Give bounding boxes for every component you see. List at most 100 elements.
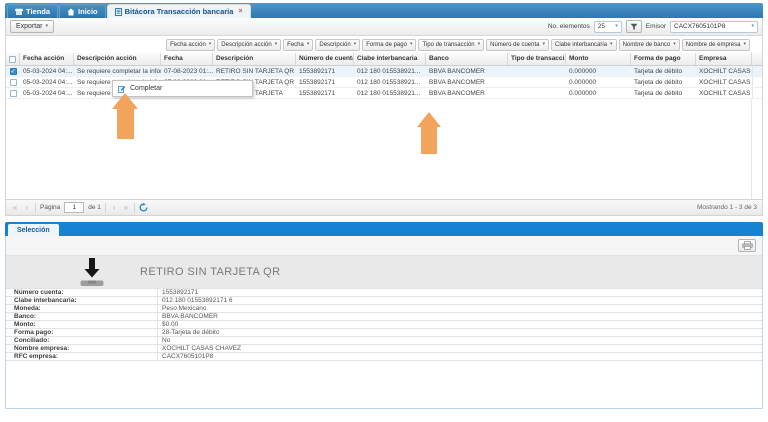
filter-label: Nombre de empresa <box>686 42 741 48</box>
cell-tipo-de-transaccion <box>508 77 566 87</box>
tab-tienda[interactable]: Tienda <box>7 4 58 18</box>
caret-down-icon: ▾ <box>610 42 613 47</box>
field-value: Peso Mexicano <box>158 305 206 312</box>
checkbox-icon <box>9 56 16 63</box>
col-fecha-accion[interactable]: Fecha acción <box>20 53 74 65</box>
prev-page-button[interactable]: ‹ <box>23 203 31 212</box>
edit-pencil-icon <box>118 85 126 93</box>
cell-clabe-interbancaria: 012 180 015538921... <box>354 77 426 87</box>
tab-label: Inicio <box>78 7 98 16</box>
tab-inicio[interactable]: Inicio <box>59 4 106 18</box>
no-elementos-label: No. elementos <box>548 23 590 30</box>
tab-seleccion[interactable]: Selección <box>8 224 59 236</box>
filter-label: Forma de pago <box>366 42 407 48</box>
cell-tipo-de-transaccion <box>508 66 566 76</box>
col-fecha[interactable]: Fecha <box>161 53 213 65</box>
col-numero-de-cuenta[interactable]: Número de cuenta <box>296 53 354 65</box>
first-page-button[interactable]: « <box>11 203 19 212</box>
completar-menu-item[interactable]: Completar <box>130 85 162 92</box>
next-page-button[interactable]: › <box>110 203 118 212</box>
arrow-head <box>417 112 441 127</box>
divider <box>105 203 106 213</box>
col-forma-de-pago[interactable]: Forma de pago <box>631 53 696 65</box>
cell-descripcion-accion: Se requiere completar la informaci... <box>74 66 161 76</box>
last-page-button[interactable]: » <box>122 203 130 212</box>
apply-filter-button[interactable] <box>626 20 642 33</box>
caret-down-icon: ▾ <box>275 42 278 47</box>
filter-descripcion-accion[interactable]: Descripción acción ▾ <box>217 39 281 51</box>
filter-label: Descripción acción <box>221 42 271 48</box>
caret-down-icon: ▾ <box>615 24 618 29</box>
filter-clabe-interbancaria[interactable]: Clabe interbancaria▾ <box>551 39 617 51</box>
cell-empresa: XOCHILT CASAS C... <box>696 77 752 87</box>
cell-banco: BBVA BANCOMER <box>426 77 508 87</box>
cell-numero-de-cuenta: 1553892171 <box>296 88 354 98</box>
cell-numero-de-cuenta: 1553892171 <box>296 66 354 76</box>
checkbox-icon <box>10 90 17 97</box>
field-value: XOCHILT CASAS CHAVEZ <box>158 345 241 352</box>
close-tab-icon[interactable]: × <box>238 8 242 15</box>
detail-title: RETIRO SIN TARJETA QR <box>140 266 280 278</box>
field-row: Monto:$0.00 <box>6 321 762 329</box>
table-row[interactable]: ✓ 05-03-2024 04:... Se requiere completa… <box>6 66 762 77</box>
col-descripcion-accion[interactable]: Descripción acción <box>74 53 161 65</box>
cell-forma-de-pago: Tarjeta de débito <box>631 77 696 87</box>
filter-label: Fecha <box>287 42 304 48</box>
filter-label: Fecha acción <box>170 42 206 48</box>
col-banco[interactable]: Banco <box>426 53 508 65</box>
emisor-select[interactable]: CACX7605101P8 ▾ <box>670 21 758 33</box>
printer-icon <box>742 241 753 250</box>
filter-nombre-de-empresa[interactable]: Nombre de empresa▾ <box>682 39 750 51</box>
pagination-bar: « ‹ Página de 1 › » Mostrando 1 - 3 de 3 <box>6 199 762 215</box>
filter-numero-de-cuenta[interactable]: Número de cuenta▾ <box>486 39 549 51</box>
checkbox-icon <box>10 79 17 86</box>
no-elementos-select[interactable]: 25 ▾ <box>594 21 622 33</box>
page-count-label: de 1 <box>88 204 101 211</box>
filter-descripcion[interactable]: Descripción▾ <box>315 39 360 51</box>
annotation-arrow-up-icon <box>112 93 138 139</box>
field-label: RFC empresa: <box>6 353 158 360</box>
row-checkbox[interactable] <box>6 77 20 87</box>
col-clabe-interbancaria[interactable]: Clabe interbancaria <box>354 53 426 65</box>
cell-empresa: XOCHILT CASAS C... <box>696 88 752 98</box>
col-tipo-de-transaccion[interactable]: Tipo de transacci... <box>508 53 566 65</box>
field-label: Monto: <box>6 321 158 328</box>
filter-nombre-de-banco[interactable]: Nombre de banco▾ <box>619 39 680 51</box>
no-elementos-value: 25 <box>598 23 605 30</box>
col-descripcion[interactable]: Descripción <box>213 53 296 65</box>
checkbox-checked-icon: ✓ <box>10 68 17 75</box>
caret-down-icon: ▾ <box>45 24 48 29</box>
cell-numero-de-cuenta: 1553892171 <box>296 77 354 87</box>
caret-down-icon: ▾ <box>354 42 357 47</box>
field-row: Número cuenta:1553892171 <box>6 289 762 297</box>
field-row: RFC empresa:CACX7605101P8 <box>6 353 762 361</box>
exportar-button[interactable]: Exportar ▾ <box>10 20 54 33</box>
caret-down-icon: ▾ <box>751 24 754 29</box>
tab-bitacora-transaccion-bancaria[interactable]: Bitácora Transacción bancaria × <box>107 4 251 18</box>
cell-clabe-interbancaria: 012 180 015538921... <box>354 66 426 76</box>
row-checkbox[interactable] <box>6 88 20 98</box>
page-number-input[interactable] <box>64 202 84 213</box>
filter-tipo-de-transaccion[interactable]: Tipo de transacción▾ <box>418 39 484 51</box>
filter-forma-de-pago[interactable]: Forma de pago▾ <box>362 39 416 51</box>
cell-monto: 0.000000 <box>566 88 631 98</box>
funnel-icon <box>630 23 638 31</box>
filter-fecha-accion[interactable]: Fecha acción▾ <box>166 39 215 51</box>
field-row: Forma pago:28-Tarjeta de débito <box>6 329 762 337</box>
filter-fecha[interactable]: Fecha▾ <box>283 39 313 51</box>
col-empresa[interactable]: Empresa <box>696 53 752 65</box>
refresh-button[interactable] <box>139 203 148 212</box>
caret-down-icon: ▾ <box>478 42 481 47</box>
field-value: $0.00 <box>158 321 178 328</box>
cell-forma-de-pago: Tarjeta de débito <box>631 66 696 76</box>
cell-fecha-accion: 05-03-2024 04:... <box>20 88 74 98</box>
scrollbar-gutter <box>752 53 762 65</box>
annotation-arrow-up-icon <box>417 112 441 154</box>
row-checkbox[interactable]: ✓ <box>6 66 20 76</box>
table-header-row: Fecha acción Descripción acción Fecha De… <box>6 53 762 66</box>
print-button[interactable] <box>738 239 756 252</box>
select-all-checkbox[interactable] <box>6 53 20 65</box>
caret-down-icon: ▾ <box>673 42 676 47</box>
cell-empresa: XOCHILT CASAS C... <box>696 66 752 76</box>
col-monto[interactable]: Monto <box>566 53 631 65</box>
